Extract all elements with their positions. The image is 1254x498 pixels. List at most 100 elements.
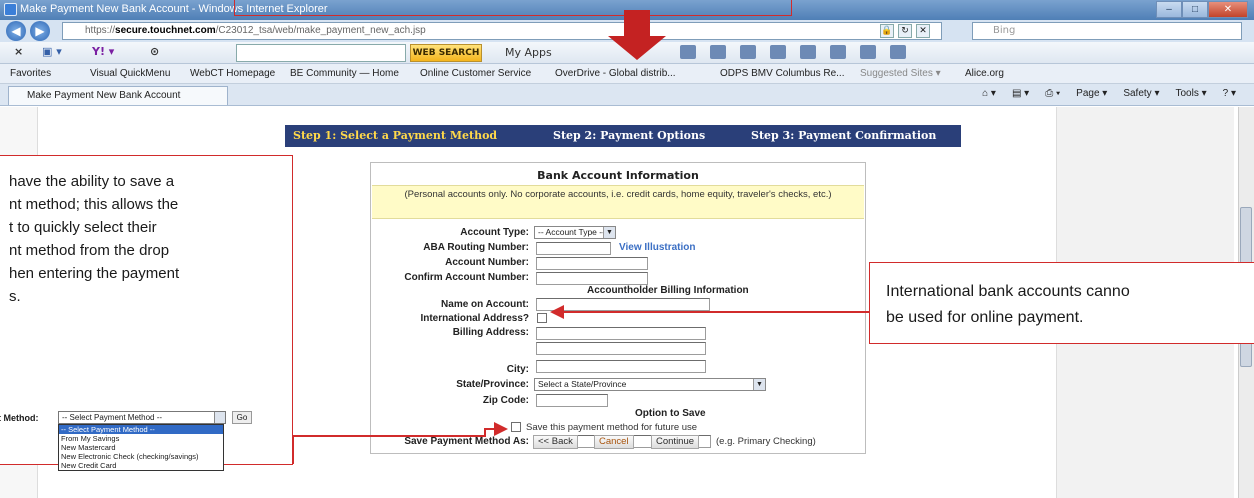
mail-icon[interactable] xyxy=(680,45,696,59)
yahoo-icon[interactable]: Y! ▾ xyxy=(92,45,114,58)
mini-select-value: -- Select Payment Method -- xyxy=(62,413,163,422)
callout-right-line: International bank accounts canno xyxy=(886,283,1130,300)
feeds-icon[interactable]: ▤ ▾ xyxy=(1012,88,1029,99)
news-icon[interactable] xyxy=(770,45,786,59)
list-item: From My Savings xyxy=(61,434,120,443)
step-bar: Step 1: Select a Payment Method Step 2: … xyxy=(285,125,961,147)
international-address-checkbox[interactable] xyxy=(537,313,547,323)
cancel-button[interactable]: Cancel xyxy=(594,435,634,449)
callout-right-line: be used for online payment. xyxy=(886,309,1084,326)
page-menu[interactable]: Page ▾ xyxy=(1076,88,1107,99)
minimize-icon[interactable]: – xyxy=(1156,1,1182,18)
callout-left-line: nt method from the drop xyxy=(9,242,170,259)
safety-menu[interactable]: Safety ▾ xyxy=(1123,88,1159,99)
city-label: City: xyxy=(506,364,529,375)
maximize-icon[interactable]: □ xyxy=(1182,1,1208,18)
tab-bar: Make Payment New Bank Account ⌂ ▾ ▤ ▾ ⎙ … xyxy=(0,84,1254,106)
fav-be-community[interactable]: BE Community — Home xyxy=(290,68,399,79)
toolbar-search-icon[interactable]: ⊙ xyxy=(150,45,159,58)
refresh-icon[interactable]: ↻ xyxy=(898,24,912,38)
facebook-icon[interactable] xyxy=(860,45,876,59)
fav-visual-quickmenu[interactable]: Visual QuickMenu xyxy=(90,68,170,79)
search-box[interactable]: Bing xyxy=(972,22,1242,40)
web-search-input[interactable] xyxy=(236,44,406,62)
my-apps-button[interactable]: My Apps xyxy=(505,46,552,59)
extra-icon[interactable] xyxy=(890,45,906,59)
mini-payment-method-label: t Method: xyxy=(0,413,39,423)
mini-go-button: Go xyxy=(232,411,252,424)
url-prefix: https:// xyxy=(85,25,116,36)
chevron-down-icon: ▼ xyxy=(753,379,765,390)
close-window-icon[interactable]: ✕ xyxy=(1208,1,1248,18)
home-icon[interactable]: ⌂ ▾ xyxy=(982,88,996,99)
list-item: New Mastercard xyxy=(61,443,116,452)
aba-routing-label: ABA Routing Number: xyxy=(423,242,529,253)
calendar-icon[interactable] xyxy=(710,45,726,59)
form-title: Bank Account Information xyxy=(537,169,699,182)
save-as-label: Save Payment Method As: xyxy=(404,436,529,447)
account-number-input[interactable] xyxy=(536,257,648,270)
fav-webct[interactable]: WebCT Homepage xyxy=(190,68,275,79)
address-actions: 🔒 ↻ ✕ xyxy=(880,24,930,38)
command-bar: ⌂ ▾ ▤ ▾ ⎙ ▾ Page ▾ Safety ▾ Tools ▾ ? ▾ xyxy=(982,88,1236,99)
step-3-label: Step 3: Payment Confirmation xyxy=(751,129,937,142)
callout-left-line: t to quickly select their xyxy=(9,219,157,236)
tools-menu[interactable]: Tools ▾ xyxy=(1175,88,1206,99)
zip-code-input[interactable] xyxy=(536,394,608,407)
save-payment-label: Save this payment method for future use xyxy=(526,422,698,433)
intl-arrow-line xyxy=(562,311,869,313)
fav-suggested-sites[interactable]: Suggested Sites ▾ xyxy=(860,68,941,79)
fav-alice-org[interactable]: Alice.org xyxy=(965,68,1004,79)
mini-payment-method-select: -- Select Payment Method -- xyxy=(58,411,226,424)
step-2-label: Step 2: Payment Options xyxy=(553,129,706,142)
help-icon[interactable]: ? ▾ xyxy=(1223,88,1236,99)
favorites-bar: Favorites Visual QuickMenu WebCT Homepag… xyxy=(0,64,1254,84)
url-host: secure.touchnet.com xyxy=(115,25,216,36)
tab-make-payment[interactable]: Make Payment New Bank Account xyxy=(8,86,228,105)
games-icon[interactable] xyxy=(830,45,846,59)
fav-online-customer-service[interactable]: Online Customer Service xyxy=(420,68,531,79)
forward-arrow-icon[interactable]: ▶ xyxy=(30,21,50,41)
favorites-button[interactable]: Favorites xyxy=(10,68,51,79)
photos-icon[interactable] xyxy=(800,45,816,59)
list-item: New Credit Card xyxy=(61,461,117,470)
address-bar[interactable]: https://secure.touchnet.com/C23012_tsa/w… xyxy=(62,22,942,40)
fav-odps-bmv[interactable]: ODPS BMV Columbus Re... xyxy=(720,68,844,79)
view-illustration-link[interactable]: View Illustration xyxy=(619,242,696,253)
state-select[interactable]: Select a State/Province ▼ xyxy=(534,378,766,391)
arrow-connector-vertical xyxy=(292,435,294,464)
toolbar-icons xyxy=(680,45,906,59)
city-input[interactable] xyxy=(536,360,706,373)
save-payment-checkbox[interactable] xyxy=(511,422,521,432)
web-search-button[interactable]: WEB SEARCH xyxy=(410,44,482,62)
window-controls: – □ ✕ xyxy=(1156,1,1248,18)
continue-button[interactable]: Continue xyxy=(651,435,700,449)
confirm-account-label: Confirm Account Number: xyxy=(404,272,529,283)
account-type-label: Account Type: xyxy=(460,227,529,238)
aba-routing-input[interactable] xyxy=(536,242,611,255)
account-type-select[interactable]: -- Account Type -- ▼ xyxy=(534,226,616,239)
billing-address-line2[interactable] xyxy=(536,342,706,355)
down-arrow-icon xyxy=(608,36,666,60)
back-button[interactable]: << Back xyxy=(533,435,578,449)
confirm-account-input[interactable] xyxy=(536,272,648,285)
search-placeholder: Bing xyxy=(993,25,1016,36)
name-on-account-label: Name on Account: xyxy=(441,299,529,310)
billing-address-line1[interactable] xyxy=(536,327,706,340)
arrow-connector-horizontal xyxy=(292,435,484,437)
weather-icon[interactable] xyxy=(740,45,756,59)
lock-icon[interactable]: 🔒 xyxy=(880,24,894,38)
bank-account-form: Bank Account Information (Personal accou… xyxy=(370,162,866,454)
stop-icon[interactable]: ✕ xyxy=(916,24,930,38)
option-to-save-title: Option to Save xyxy=(635,408,706,419)
fav-overdrive[interactable]: OverDrive - Global distrib... xyxy=(555,68,676,79)
international-callout: International bank accounts canno be use… xyxy=(869,262,1254,344)
chevron-down-icon: ▼ xyxy=(603,227,615,238)
account-number-label: Account Number: xyxy=(445,257,529,268)
back-arrow-icon[interactable]: ◀ xyxy=(6,21,26,41)
step-1-label: Step 1: Select a Payment Method xyxy=(293,129,498,142)
top-callout-box xyxy=(234,0,792,16)
print-icon[interactable]: ⎙ ▾ xyxy=(1045,88,1060,99)
msn-icon[interactable]: ▣ ▾ xyxy=(42,45,62,58)
toolbar-close-icon[interactable]: × xyxy=(14,45,23,58)
